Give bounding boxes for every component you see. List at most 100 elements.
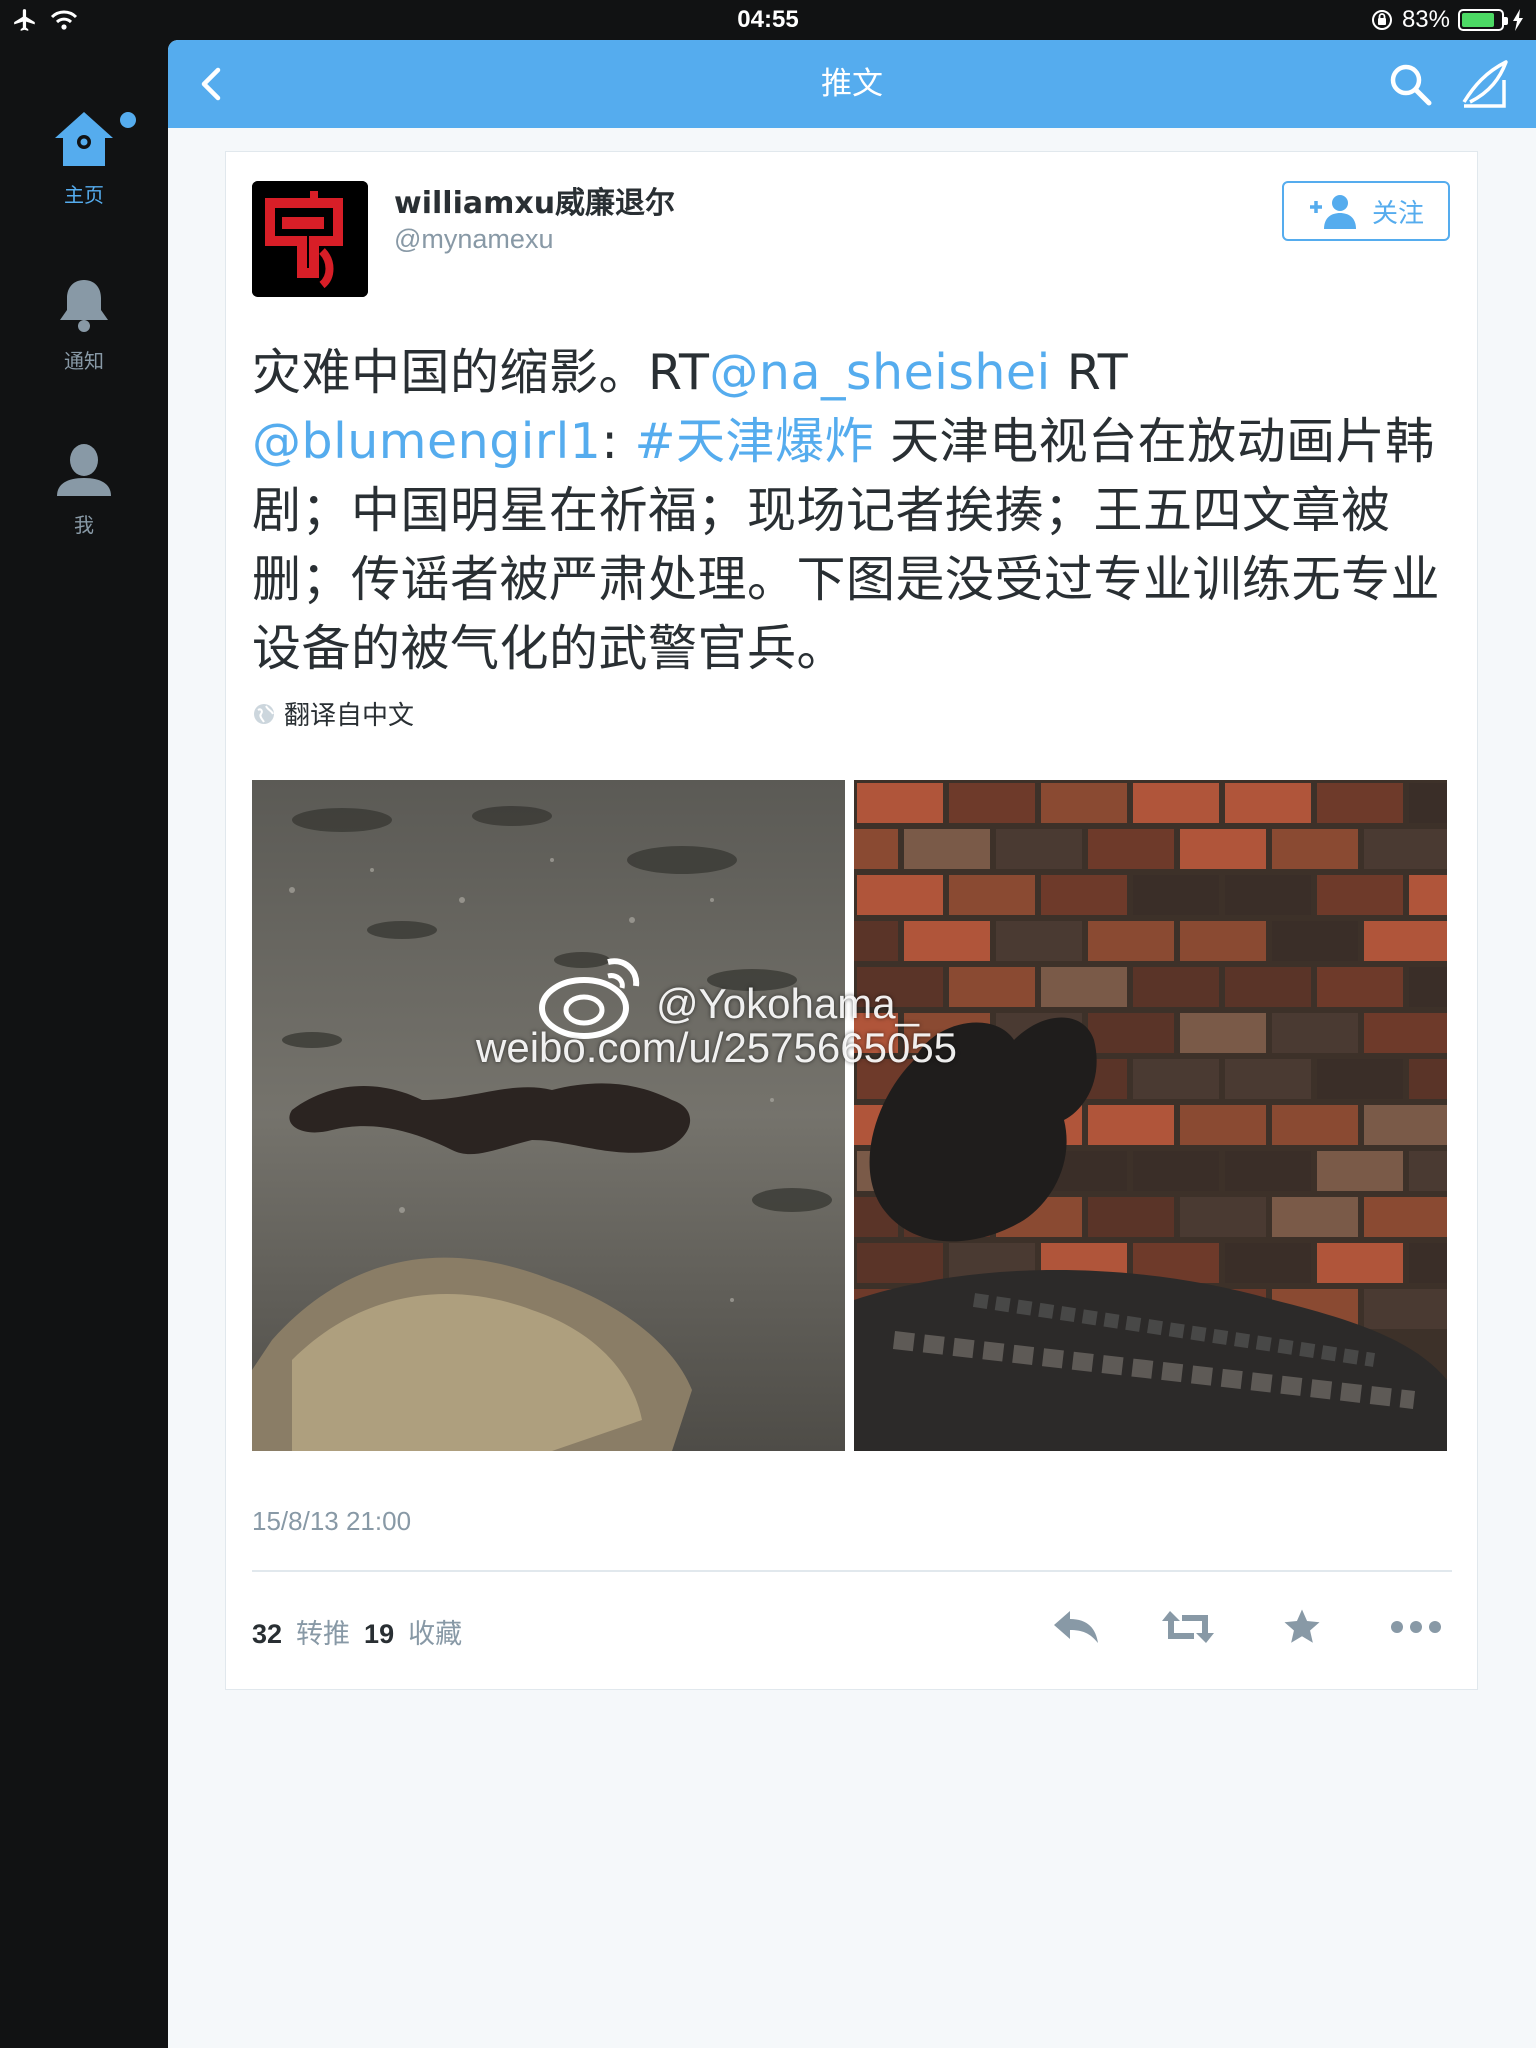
brick (1180, 829, 1266, 869)
hashtag-link[interactable]: #天津爆炸 (634, 413, 874, 470)
brick (1180, 1105, 1266, 1145)
brick (1088, 921, 1174, 961)
brick (949, 967, 1035, 1007)
brick (1133, 875, 1219, 915)
retweet-button[interactable] (1160, 1603, 1216, 1651)
orientation-lock-icon (1371, 10, 1392, 30)
sidebar: 主页 通知 我 (0, 40, 168, 2048)
main-panel: 推文 williamxu威廉退尔 @mynamexu 关注 灾难中国的缩影。RT… (168, 40, 1536, 2048)
brick (904, 829, 990, 869)
retweet-count[interactable]: 32 (252, 1619, 282, 1650)
brick (1364, 829, 1447, 869)
favorite-label: 收藏 (408, 1619, 463, 1650)
media-grid (252, 780, 1447, 1451)
brick (1317, 1243, 1403, 1283)
brick (1317, 967, 1403, 1007)
reply-button[interactable] (1048, 1603, 1104, 1651)
sidebar-item-me[interactable]: 我 (0, 440, 168, 538)
more-button[interactable] (1388, 1603, 1444, 1651)
brick (1272, 1013, 1358, 1053)
brick (1041, 783, 1127, 823)
tweet-text: 灾难中国的缩影。RT@na_sheishei RT @blumengirl1: … (252, 338, 1457, 683)
brick (1088, 1105, 1174, 1145)
follow-label: 关注 (1371, 198, 1424, 229)
brick (1364, 1289, 1447, 1329)
brick (1364, 921, 1447, 961)
brick (1225, 875, 1311, 915)
brick (1409, 783, 1447, 823)
brick (1409, 875, 1447, 915)
battery-icon (1458, 9, 1508, 31)
brick (1409, 1243, 1447, 1283)
tweet-text-segment: RT (1050, 344, 1129, 401)
photo-left-image (252, 780, 845, 1451)
brick (857, 1243, 943, 1283)
brick (1409, 967, 1447, 1007)
brick (1225, 1059, 1311, 1099)
photo-right[interactable] (854, 780, 1447, 1451)
status-time: 04:55 (737, 6, 799, 33)
retweet-icon (1162, 1611, 1214, 1643)
brick (854, 921, 898, 961)
more-dots-icon (1391, 1621, 1441, 1633)
brick (1272, 921, 1358, 961)
avatar-logo-icon (252, 181, 368, 297)
brick (1317, 875, 1403, 915)
photo-right-image (854, 780, 1447, 1451)
brick (1272, 1105, 1358, 1145)
mention-link[interactable]: @blumengirl1 (252, 413, 601, 470)
brick (1133, 783, 1219, 823)
sidebar-item-label: 主页 (64, 183, 104, 207)
sidebar-item-home[interactable]: 主页 (0, 110, 168, 208)
compose-icon (1462, 60, 1508, 108)
brick (1088, 829, 1174, 869)
retweet-label: 转推 (296, 1619, 351, 1650)
compose-button[interactable] (1460, 58, 1512, 110)
home-icon (55, 112, 113, 166)
tweet-card: williamxu威廉退尔 @mynamexu 关注 灾难中国的缩影。RT@na… (225, 151, 1478, 1690)
brick (1225, 1151, 1311, 1191)
charging-bolt-icon (1513, 9, 1523, 31)
brick (996, 829, 1082, 869)
brick (1409, 1151, 1447, 1191)
photo-left[interactable] (252, 780, 845, 1451)
search-button[interactable] (1386, 60, 1434, 108)
page-title: 推文 (821, 66, 883, 102)
favorite-count[interactable]: 19 (364, 1619, 394, 1650)
brick (1272, 829, 1358, 869)
brick (1317, 783, 1403, 823)
star-icon (1284, 1609, 1320, 1643)
mention-link[interactable]: @na_sheishei (709, 344, 1050, 401)
brick (1364, 1197, 1447, 1237)
brick (1133, 1059, 1219, 1099)
tweet-text-segment: 灾难中国的缩影。RT (252, 344, 710, 401)
brick (1088, 1197, 1174, 1237)
brick (949, 875, 1035, 915)
sidebar-item-label: 我 (74, 513, 94, 537)
avatar[interactable] (252, 181, 368, 297)
watermark-url: weibo.com/u/2575665055 (476, 1024, 958, 1071)
add-user-icon (1309, 195, 1356, 229)
battery-tip (1504, 17, 1508, 25)
tweet-stats: 32 转推 19 收藏 (252, 1612, 462, 1651)
brick (1180, 921, 1266, 961)
brick (1317, 1059, 1403, 1099)
translated-label: 翻译自中文 (284, 701, 415, 731)
brick (1409, 1059, 1447, 1099)
brick (1133, 967, 1219, 1007)
divider (252, 1570, 1452, 1572)
brick (854, 829, 898, 869)
translated-from-chinese[interactable]: 翻译自中文 (252, 695, 414, 732)
brick (857, 783, 943, 823)
brick (904, 921, 990, 961)
follow-button[interactable]: 关注 (1282, 181, 1450, 241)
brick (1364, 1105, 1447, 1145)
status-bar: 04:55 83% (0, 0, 1536, 40)
globe-icon (254, 703, 274, 724)
display-name[interactable]: williamxu威廉退尔 (394, 178, 675, 222)
bell-icon (60, 280, 108, 332)
favorite-button[interactable] (1274, 1603, 1330, 1651)
search-icon (1390, 64, 1432, 106)
sidebar-item-notifications[interactable]: 通知 (0, 276, 168, 374)
user-handle[interactable]: @mynamexu (394, 224, 553, 255)
